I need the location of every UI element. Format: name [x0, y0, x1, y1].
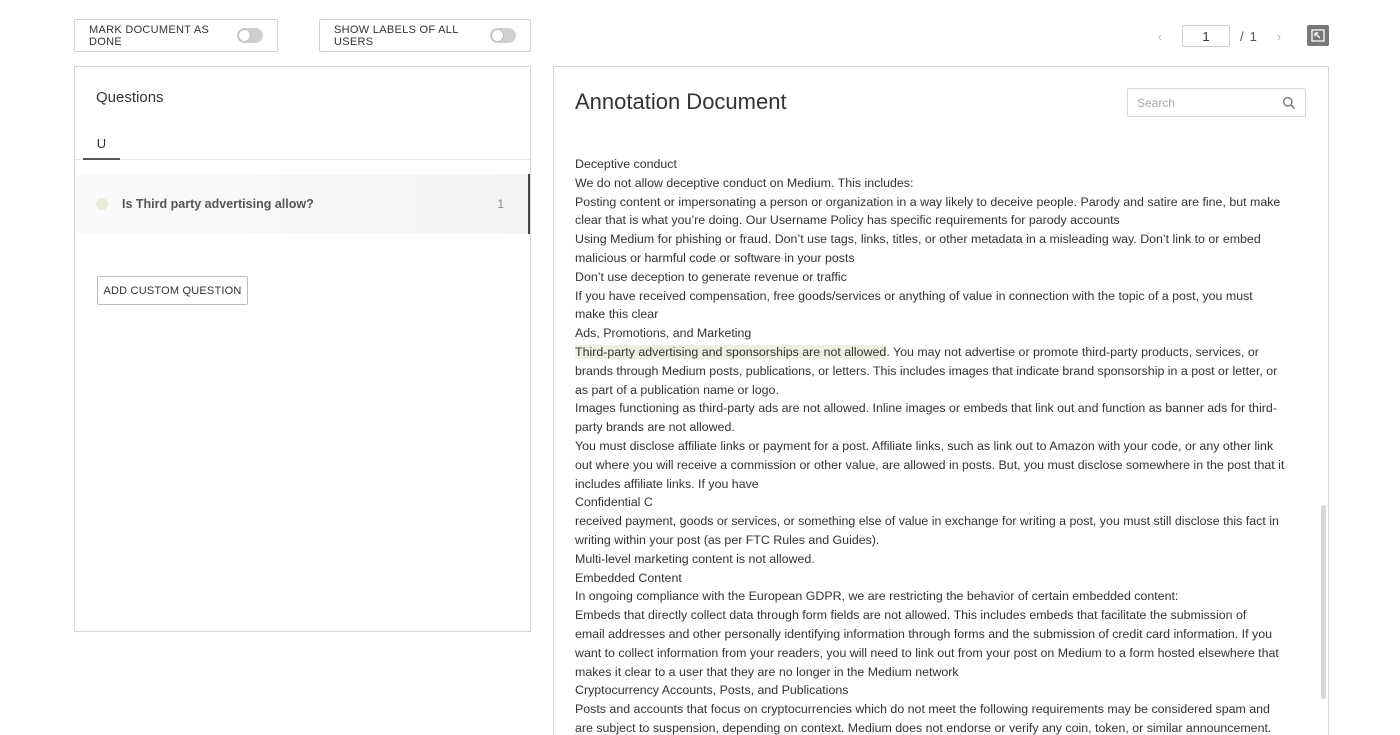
search-icon[interactable]	[1282, 96, 1296, 110]
page-separator: /	[1240, 28, 1244, 44]
document-line[interactable]: want to collect information from your re…	[575, 644, 1295, 663]
document-scrollbar[interactable]	[1321, 505, 1326, 699]
document-line-rest: . You may not advertise or promote third…	[886, 344, 1259, 359]
document-line[interactable]: Multi-level marketing content is not all…	[575, 550, 1295, 569]
prev-page-button[interactable]: ‹	[1146, 24, 1174, 48]
document-line[interactable]: Posts and accounts that focus on cryptoc…	[575, 700, 1295, 719]
document-line[interactable]: Images functioning as third-party ads ar…	[575, 399, 1295, 418]
document-line[interactable]: If you have received compensation, free …	[575, 287, 1295, 306]
mark-done-switch[interactable]	[237, 28, 263, 43]
pager: ‹ / 1 ›	[1146, 24, 1293, 48]
document-line[interactable]: make this clear	[575, 305, 1295, 324]
document-line[interactable]: Ads, Promotions, and Marketing	[575, 324, 1295, 343]
mark-document-done-toggle[interactable]: MARK DOCUMENT AS DONE	[74, 19, 278, 52]
total-pages: 1	[1249, 28, 1257, 44]
document-panel: Annotation Document Deceptive conductWe …	[553, 66, 1329, 735]
document-line[interactable]: Deceptive conduct	[575, 155, 1295, 174]
questions-tabs: U	[75, 127, 530, 160]
show-labels-toggle[interactable]: SHOW LABELS OF ALL USERS	[319, 19, 531, 52]
document-line[interactable]: Embeds that directly collect data throug…	[575, 606, 1295, 625]
document-line[interactable]: Cryptocurrency Accounts, Posts, and Publ…	[575, 681, 1295, 700]
document-line[interactable]: received payment, goods or services, or …	[575, 512, 1295, 531]
question-color-dot	[96, 198, 108, 210]
document-line[interactable]: includes affiliate links. If you have	[575, 475, 1295, 494]
document-line[interactable]: Using Medium for phishing or fraud. Don’…	[575, 230, 1295, 249]
exit-fullscreen-button[interactable]	[1307, 25, 1329, 46]
document-line[interactable]: clear that is what you’re doing. Our Use…	[575, 211, 1295, 230]
question-text: Is Third party advertising allow?	[122, 197, 314, 211]
document-search[interactable]	[1127, 88, 1306, 117]
document-line[interactable]: writing within your post (as per FTC Rul…	[575, 531, 1295, 550]
document-line[interactable]: as part of a publication name or logo.	[575, 381, 1295, 400]
questions-title: Questions	[96, 89, 164, 106]
document-line[interactable]: Don’t use deception to generate revenue …	[575, 268, 1295, 287]
document-title: Annotation Document	[575, 89, 787, 114]
document-line[interactable]: Third-party advertising and sponsorships…	[575, 343, 1295, 362]
questions-panel: Questions U Is Third party advertising a…	[74, 66, 531, 632]
page-number-input[interactable]	[1182, 25, 1230, 47]
document-line[interactable]: email addresses and other personally ide…	[575, 625, 1295, 644]
highlighted-annotation[interactable]: Third-party advertising and sponsorships…	[575, 344, 887, 359]
document-text: Deceptive conduct We do not allow decepti…	[575, 155, 1295, 735]
next-page-button[interactable]: ›	[1265, 24, 1293, 48]
document-line[interactable]: malicious or harmful code or software in…	[575, 249, 1295, 268]
show-labels-switch[interactable]	[490, 28, 516, 43]
tab-u[interactable]: U	[83, 127, 120, 160]
exit-icon	[1311, 29, 1325, 42]
search-input[interactable]	[1128, 89, 1282, 116]
document-line[interactable]: Embedded Content	[575, 569, 1295, 588]
document-line[interactable]: brands through Medium posts, publication…	[575, 362, 1295, 381]
document-line[interactable]: You must disclose affiliate links or pay…	[575, 437, 1295, 456]
document-line[interactable]: We do not allow deceptive conduct on Med…	[575, 174, 1295, 193]
document-line[interactable]: are subject to suspension, depending on …	[575, 719, 1295, 735]
mark-done-label: MARK DOCUMENT AS DONE	[89, 23, 210, 48]
document-line[interactable]: party brands are not allowed.	[575, 418, 1295, 437]
document-line[interactable]: Confidential C	[575, 493, 1295, 512]
question-count: 1	[497, 197, 504, 211]
document-line[interactable]: Posting content or impersonating a perso…	[575, 193, 1295, 212]
document-line[interactable]: makes it clear to a user that they are n…	[575, 663, 1295, 682]
add-custom-question-button[interactable]: ADD CUSTOM QUESTION	[97, 276, 248, 305]
question-item[interactable]: Is Third party advertising allow? 1	[75, 174, 530, 234]
document-line[interactable]: In ongoing compliance with the European …	[575, 587, 1295, 606]
show-labels-label: SHOW LABELS OF ALL USERS	[334, 23, 459, 48]
document-line[interactable]: out where you will receive a commission …	[575, 456, 1295, 475]
